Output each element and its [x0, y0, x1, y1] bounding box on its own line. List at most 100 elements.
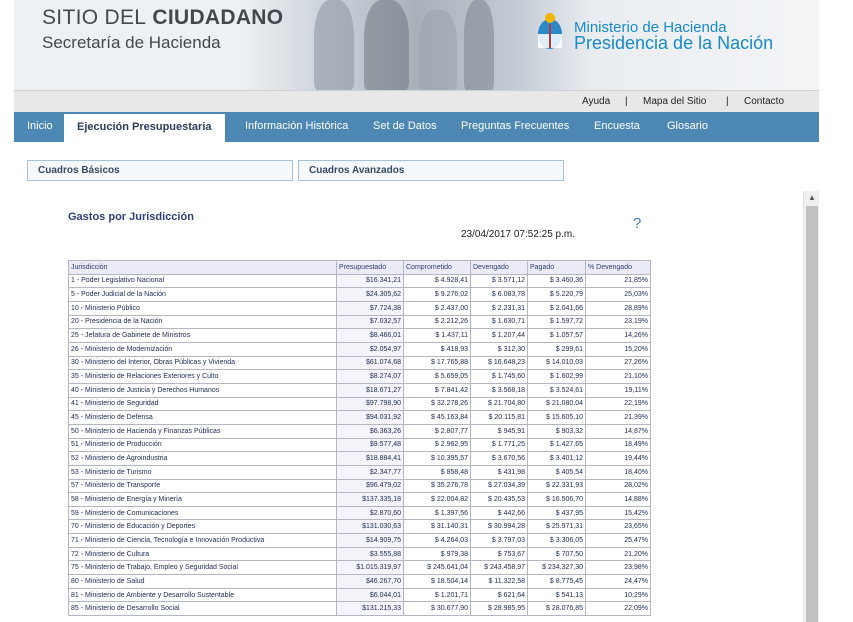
site-title-part1: SITIO DEL: [42, 6, 147, 29]
column-header[interactable]: Devengado: [470, 260, 528, 275]
jurisdiction-link[interactable]: 81 - Ministerio de Ambiente y Desarrollo…: [68, 587, 337, 603]
table-cell: $ 1.397,56: [403, 505, 471, 521]
table-cell: 21,10%: [585, 369, 651, 384]
table-cell: $2.054,97: [336, 341, 404, 357]
jurisdiction-link[interactable]: 1 - Poder Legislativo Nacional: [68, 273, 337, 289]
table-cell: 15,42%: [585, 505, 651, 521]
jurisdiction-link[interactable]: 41 - Ministerio de Seguridad: [68, 396, 337, 412]
jurisdiction-link[interactable]: 26 - Ministerio de Modernización: [68, 341, 337, 357]
column-header[interactable]: Presupuestado: [336, 260, 404, 275]
jurisdiction-link[interactable]: 10 - Ministerio Público: [68, 300, 337, 316]
table-cell: $ 437,95: [527, 505, 586, 521]
table-cell: $97.798,90: [336, 396, 404, 412]
nav-set-de-datos[interactable]: Set de Datos: [373, 120, 437, 132]
table-cell: $ 9.276,02: [403, 287, 471, 302]
nav-encuesta[interactable]: Encuesta: [594, 120, 640, 132]
table-row: 58 - Ministerio de Energía y Minería $137…: [68, 492, 651, 507]
table-cell: 27,26%: [585, 355, 651, 371]
table-cell: $46.267,70: [336, 574, 404, 589]
table-row: 71 - Ministerio de Ciencia, Tecnología e…: [68, 533, 651, 548]
scrollbar-thumb[interactable]: [806, 206, 818, 622]
header-photo-figure: [464, 0, 494, 90]
nav-inicio[interactable]: Inicio: [27, 120, 53, 132]
help-question-icon[interactable]: ?: [633, 215, 641, 232]
contact-link[interactable]: Contacto: [744, 96, 784, 107]
table-cell: $ 903,32: [527, 423, 586, 439]
jurisdiction-table-wrapper: Jurisdicción Presupuestado Comprometido …: [68, 260, 651, 617]
jurisdiction-link[interactable]: 85 - Ministerio de Desarrollo Social: [68, 601, 337, 617]
jurisdiction-link[interactable]: 20 - Presidencia de la Nación: [68, 314, 337, 330]
site-header: SITIO DEL CIUDADANO Secretaría de Hacien…: [14, 0, 819, 90]
site-title[interactable]: SITIO DEL CIUDADANO: [42, 6, 283, 30]
table-cell: 14,26%: [585, 328, 651, 343]
table-cell: 28,02%: [585, 478, 651, 494]
column-header[interactable]: Pagado: [527, 260, 586, 275]
table-cell: $131.215,33: [336, 601, 404, 617]
nav-preguntas-frecuentes[interactable]: Preguntas Frecuentes: [461, 120, 569, 132]
table-row: 80 - Ministerio de Salud $46.267,70 $ 18.5…: [68, 574, 651, 589]
jurisdiction-link[interactable]: 40 - Ministerio de Justicia y Derechos H…: [68, 382, 337, 398]
tab-cuadros-basicos[interactable]: Cuadros Básicos: [27, 160, 293, 181]
column-header[interactable]: Jurisdicción: [68, 260, 337, 275]
table-cell: $2.347,77: [336, 464, 404, 480]
nav-glosario[interactable]: Glosario: [667, 120, 708, 132]
table-row: 57 - Ministerio de Transporte $96.479,02 $…: [68, 478, 651, 494]
table-cell: $ 1.597,72: [527, 314, 586, 330]
vertical-scrollbar[interactable]: ▲: [803, 191, 819, 622]
jurisdiction-link[interactable]: 57 - Ministerio de Transporte: [68, 478, 337, 494]
nav-informacion-historica[interactable]: Información Histórica: [245, 120, 348, 132]
table-cell: 14,88%: [585, 492, 651, 507]
table-cell: $ 234.327,30: [527, 560, 586, 576]
table-row: 25 - Jefatura de Gabinete de Ministros $8…: [68, 328, 651, 343]
table-cell: $24.305,62: [336, 287, 404, 302]
help-link[interactable]: Ayuda: [582, 96, 610, 107]
sitemap-link[interactable]: Mapa del Sitio: [643, 96, 706, 107]
jurisdiction-link[interactable]: 51 - Ministerio de Producción: [68, 437, 337, 453]
table-cell: $ 405,54: [527, 464, 586, 480]
table-cell: $8.274,07: [336, 369, 404, 384]
scroll-up-arrow-icon[interactable]: ▲: [804, 191, 820, 205]
table-cell: $9.577,48: [336, 437, 404, 453]
table-cell: $ 2.807,77: [403, 423, 471, 439]
site-title-part2: CIUDADANO: [152, 6, 284, 29]
table-cell: $ 2.962,95: [403, 437, 471, 453]
jurisdiction-link[interactable]: 52 - Ministerio de Agroindustria: [68, 451, 337, 466]
table-cell: $3.555,88: [336, 546, 404, 562]
table-row: 5 - Poder Judicial de la Nación $24.305,6…: [68, 287, 651, 302]
table-row: 10 - Ministerio Público $7.724,38 $ 2.437,…: [68, 300, 651, 316]
jurisdiction-link[interactable]: 75 - Ministerio de Trabajo, Empleo y Seg…: [68, 560, 337, 576]
table-cell: $ 30.677,90: [403, 601, 471, 617]
table-cell: 21,85%: [585, 273, 651, 289]
jurisdiction-link[interactable]: 53 - Ministerio de Turismo: [68, 464, 337, 480]
jurisdiction-link[interactable]: 25 - Jefatura de Gabinete de Ministros: [68, 328, 337, 343]
jurisdiction-link[interactable]: 71 - Ministerio de Ciencia, Tecnología e…: [68, 533, 337, 548]
jurisdiction-link[interactable]: 45 - Ministerio de Defensa: [68, 410, 337, 425]
table-row: 26 - Ministerio de Modernización $2.054,9…: [68, 341, 651, 357]
jurisdiction-link[interactable]: 72 - Ministerio de Cultura: [68, 546, 337, 562]
table-cell: $94.031,92: [336, 410, 404, 425]
table-row: 41 - Ministerio de Seguridad $97.798,90 $ …: [68, 396, 651, 412]
presidency-name: Presidencia de la Nación: [574, 33, 774, 53]
jurisdiction-link[interactable]: 30 - Ministerio del Interior, Obras Públ…: [68, 355, 337, 371]
jurisdiction-link[interactable]: 50 - Ministerio de Hacienda y Finanzas P…: [68, 423, 337, 439]
jurisdiction-link[interactable]: 5 - Poder Judicial de la Nación: [68, 287, 337, 302]
table-cell: $ 10.395,57: [403, 451, 471, 466]
jurisdiction-link[interactable]: 59 - Ministerio de Comunicaciones: [68, 505, 337, 521]
table-cell: $ 22.004,82: [403, 492, 471, 507]
tab-cuadros-avanzados[interactable]: Cuadros Avanzados: [298, 160, 564, 181]
table-cell: $ 945,91: [470, 423, 528, 439]
jurisdiction-link[interactable]: 70 - Ministerio de Educación y Deportes: [68, 519, 337, 535]
jurisdiction-link[interactable]: 80 - Ministerio de Salud: [68, 574, 337, 589]
column-header[interactable]: % Devengado: [585, 260, 651, 275]
table-cell: $ 753,67: [470, 546, 528, 562]
jurisdiction-link[interactable]: 58 - Ministerio de Energía y Minería: [68, 492, 337, 507]
jurisdiction-link[interactable]: 35 - Ministerio de Relaciones Exteriores…: [68, 369, 337, 384]
table-cell: 19,11%: [585, 382, 651, 398]
table-cell: $8.466,01: [336, 328, 404, 343]
table-cell: 24,47%: [585, 574, 651, 589]
nav-ejecucion-presupuestaria[interactable]: Ejecución Presupuestaria: [64, 114, 225, 142]
column-header[interactable]: Comprometido: [403, 260, 471, 275]
header-photo-figure: [364, 0, 409, 90]
table-cell: 18,49%: [585, 437, 651, 453]
table-cell: $ 1.207,44: [470, 328, 528, 343]
